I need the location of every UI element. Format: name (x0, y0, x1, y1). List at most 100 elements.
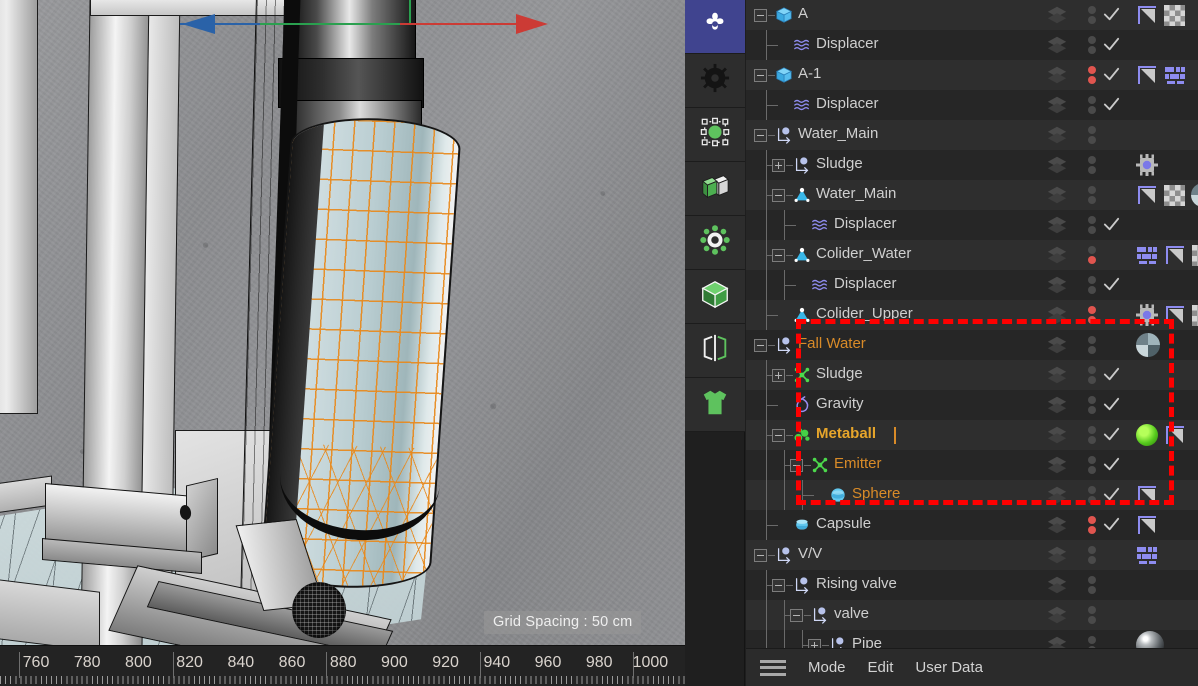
tag-checker-icon[interactable] (1192, 304, 1198, 326)
tag-phong-icon[interactable] (1136, 184, 1158, 206)
object-label[interactable]: Water_Main (798, 125, 878, 142)
tag-sphere-icon[interactable] (1191, 183, 1198, 207)
expander-toggle[interactable] (754, 129, 767, 142)
expander-toggle[interactable] (754, 9, 767, 22)
object-label[interactable]: Displacer (816, 35, 879, 52)
object-label[interactable]: V/V (798, 545, 822, 562)
visibility-dot-editor[interactable] (1088, 516, 1096, 524)
statusbar-item-edit[interactable]: Edit (868, 659, 894, 676)
layer-swatch[interactable] (1046, 180, 1080, 210)
object-row[interactable]: Displacer (746, 90, 1198, 120)
enable-checkmark[interactable] (1102, 420, 1126, 450)
tag-green-icon[interactable] (1136, 424, 1158, 446)
object-label[interactable]: Sludge (816, 365, 863, 382)
expander-toggle[interactable] (772, 369, 785, 382)
layer-swatch[interactable] (1046, 330, 1080, 360)
object-label[interactable]: Water_Main (816, 185, 896, 202)
visibility-dot-render[interactable] (1088, 616, 1096, 624)
expander-toggle[interactable] (772, 249, 785, 262)
visibility-dot-render[interactable] (1088, 106, 1096, 114)
object-row[interactable]: Rising valve (746, 570, 1198, 600)
layer-swatch[interactable] (1046, 600, 1080, 630)
object-label[interactable]: Capsule (816, 515, 871, 532)
enable-checkmark[interactable] (1102, 0, 1126, 30)
horizontal-ruler[interactable]: 760 780 800 820 840 860 880 900 920 940 960 980 1000… (0, 645, 685, 686)
layer-swatch[interactable] (1046, 450, 1080, 480)
visibility-dot-editor[interactable] (1088, 6, 1096, 14)
object-row[interactable]: Metaball (746, 420, 1198, 450)
visibility-dot-render[interactable] (1088, 226, 1096, 234)
object-row[interactable]: Emitter (746, 450, 1198, 480)
enable-checkmark[interactable] (1102, 300, 1126, 330)
enable-checkmark[interactable] (1102, 330, 1126, 360)
layer-swatch[interactable] (1046, 240, 1080, 270)
tag-xpresso-icon[interactable] (1136, 304, 1158, 326)
toolbar-texture-mode-icon[interactable] (685, 378, 745, 432)
visibility-dot-editor[interactable] (1088, 246, 1096, 254)
enable-checkmark[interactable] (1102, 60, 1126, 90)
layer-swatch[interactable] (1046, 120, 1080, 150)
visibility-dot-render[interactable] (1088, 166, 1096, 174)
layer-swatch[interactable] (1046, 360, 1080, 390)
object-row[interactable]: Displacer (746, 270, 1198, 300)
visibility-dot-render[interactable] (1088, 466, 1096, 474)
layer-swatch[interactable] (1046, 390, 1080, 420)
object-row[interactable]: A (746, 0, 1198, 30)
expander-toggle[interactable] (772, 429, 785, 442)
object-row[interactable]: Gravity (746, 390, 1198, 420)
hamburger-icon[interactable] (760, 659, 786, 676)
visibility-dot-editor[interactable] (1088, 306, 1096, 314)
toolbar-gear-icon[interactable] (685, 54, 745, 108)
visibility-dot-editor[interactable] (1088, 486, 1096, 494)
object-row[interactable]: Sludge (746, 360, 1198, 390)
object-row[interactable]: Capsule (746, 510, 1198, 540)
enable-checkmark[interactable] (1102, 240, 1126, 270)
object-label[interactable]: Rising valve (816, 575, 897, 592)
tag-texture-icon[interactable] (1136, 244, 1158, 266)
tag-phong-icon[interactable] (1136, 514, 1158, 536)
object-row[interactable]: valve (746, 600, 1198, 630)
object-label[interactable]: Displacer (816, 95, 879, 112)
object-label[interactable]: Sphere (852, 485, 900, 502)
tag-checker-icon[interactable] (1164, 184, 1185, 206)
enable-checkmark[interactable] (1102, 270, 1126, 300)
enable-checkmark[interactable] (1102, 450, 1126, 480)
enable-checkmark[interactable] (1102, 570, 1126, 600)
object-label[interactable]: Colider_Water (816, 245, 911, 262)
layer-swatch[interactable] (1046, 30, 1080, 60)
visibility-dot-render[interactable] (1088, 316, 1096, 324)
object-row[interactable]: Displacer (746, 30, 1198, 60)
tag-metal-icon[interactable] (1136, 631, 1164, 648)
layer-swatch[interactable] (1046, 60, 1080, 90)
toolbar-points-mode-icon[interactable] (685, 108, 745, 162)
visibility-dot-render[interactable] (1088, 46, 1096, 54)
visibility-dot-editor[interactable] (1088, 126, 1096, 134)
toolbar-live-selection-icon[interactable] (685, 0, 745, 54)
object-label[interactable]: valve (834, 605, 869, 622)
visibility-dot-editor[interactable] (1088, 216, 1096, 224)
enable-checkmark[interactable] (1102, 30, 1126, 60)
3d-viewport[interactable]: Grid Spacing : 50 cm (0, 0, 685, 645)
object-label[interactable]: A (798, 5, 808, 22)
visibility-dot-render[interactable] (1088, 586, 1096, 594)
object-row[interactable]: Sludge (746, 150, 1198, 180)
expander-toggle[interactable] (772, 579, 785, 592)
object-row[interactable]: Fall Water (746, 330, 1198, 360)
visibility-dot-render[interactable] (1088, 376, 1096, 384)
expander-toggle[interactable] (772, 189, 785, 202)
visibility-dot-editor[interactable] (1088, 606, 1096, 614)
enable-checkmark[interactable] (1102, 210, 1126, 240)
expander-toggle[interactable] (790, 609, 803, 622)
enable-checkmark[interactable] (1102, 480, 1126, 510)
enable-checkmark[interactable] (1102, 390, 1126, 420)
object-row[interactable]: Colider_Water (746, 240, 1198, 270)
enable-checkmark[interactable] (1102, 90, 1126, 120)
enable-checkmark[interactable] (1102, 180, 1126, 210)
expander-toggle[interactable] (754, 339, 767, 352)
visibility-dot-editor[interactable] (1088, 396, 1096, 404)
enable-checkmark[interactable] (1102, 150, 1126, 180)
tag-checker-icon[interactable] (1192, 244, 1198, 266)
statusbar-item-user-data[interactable]: User Data (915, 659, 983, 676)
object-row[interactable]: Displacer (746, 210, 1198, 240)
visibility-dot-editor[interactable] (1088, 36, 1096, 44)
